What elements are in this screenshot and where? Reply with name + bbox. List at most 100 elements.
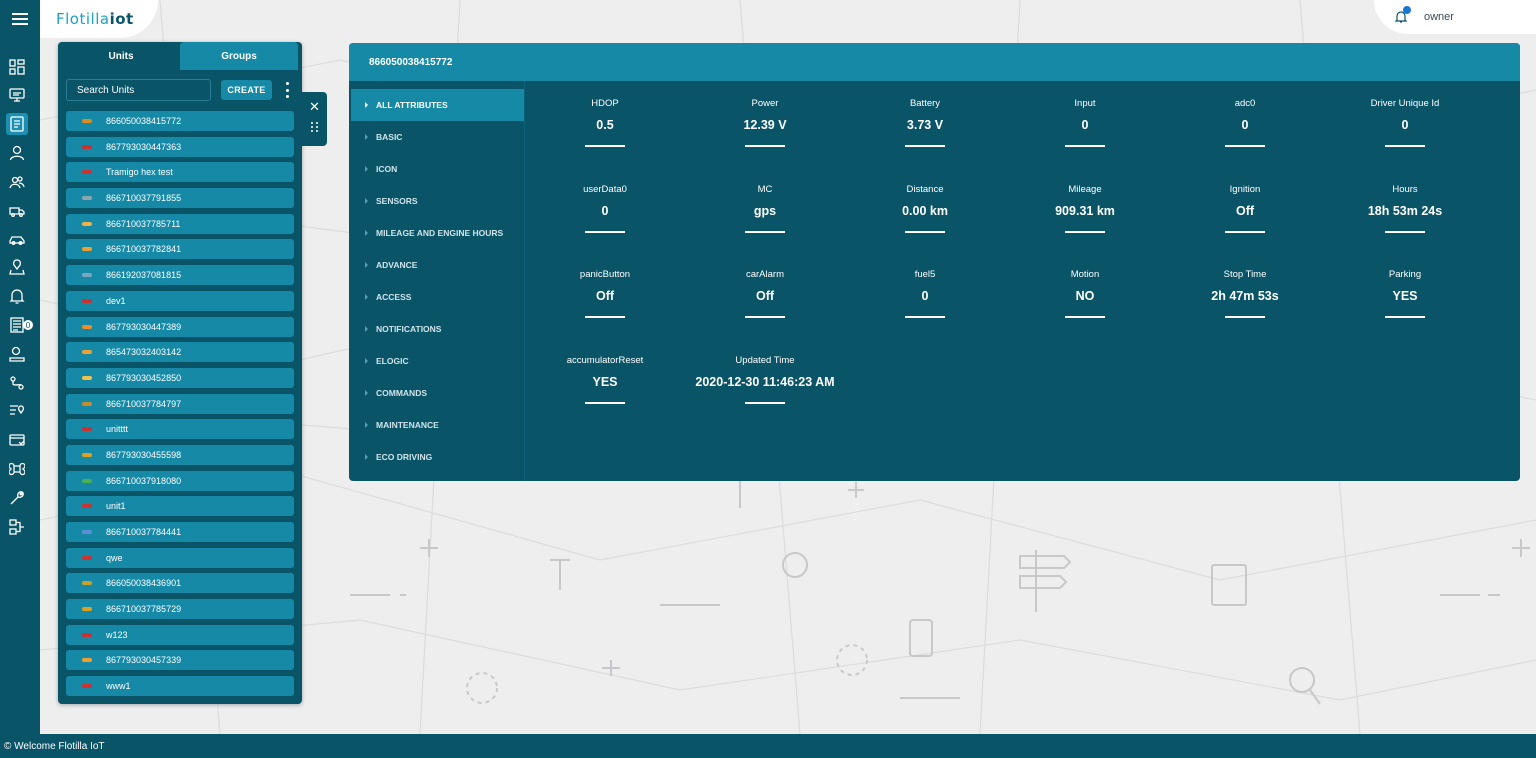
menu-item-basic[interactable]: BASIC xyxy=(351,121,524,153)
unit-list-item[interactable]: unit1 xyxy=(66,496,294,517)
unit-list-item[interactable]: 867793030447363 xyxy=(66,136,294,157)
wrench-icon[interactable] xyxy=(6,487,28,509)
route-icon[interactable] xyxy=(6,372,28,394)
unit-list-item[interactable]: 867793030447389 xyxy=(66,316,294,337)
unit-list-item[interactable]: 866710037782841 xyxy=(66,239,294,260)
caret-right-icon xyxy=(365,390,368,396)
unit-list-item[interactable]: 866710037784797 xyxy=(66,393,294,414)
attribute-stop-time: Stop Time 2h 47m 53s xyxy=(1165,269,1325,318)
unit-list-item[interactable]: 866192037081815 xyxy=(66,265,294,286)
users-group-icon[interactable] xyxy=(6,171,28,193)
poi-icon[interactable] xyxy=(6,400,28,422)
panel-tools: ✕ xyxy=(302,92,327,146)
unit-list-item[interactable]: Tramigo hex test xyxy=(66,162,294,183)
top-bar: Flotillaiot owner xyxy=(0,0,1536,38)
more-options-icon[interactable] xyxy=(282,82,292,98)
units-panel: Units Groups CREATE 866050038415772 86779… xyxy=(58,42,302,704)
attribute-value: 2h 47m 53s xyxy=(1211,289,1279,303)
attribute-label: Stop Time xyxy=(1223,269,1267,280)
close-panel-icon[interactable]: ✕ xyxy=(309,100,320,114)
dashboard-icon[interactable] xyxy=(6,56,28,78)
user-icon[interactable] xyxy=(6,142,28,164)
menu-item-commands[interactable]: COMMANDS xyxy=(351,377,524,409)
menu-item-all-attributes[interactable]: ALL ATTRIBUTES xyxy=(351,89,524,121)
attribute-value: 12.39 V xyxy=(743,118,787,132)
footer: © Welcome Flotilla IoT xyxy=(0,734,1536,758)
attribute-value: 0 xyxy=(1241,118,1249,132)
logo-text: Flotillaiot xyxy=(56,10,134,28)
menu-item-icon[interactable]: ICON xyxy=(351,153,524,185)
create-unit-button[interactable]: CREATE xyxy=(221,80,272,100)
menu-item-sensors[interactable]: SENSORS xyxy=(351,185,524,217)
units-list-icon[interactable] xyxy=(6,113,28,135)
vehicle-icon xyxy=(80,245,94,253)
menu-toggle-button[interactable] xyxy=(0,0,40,38)
unit-list-item[interactable]: 866710037791855 xyxy=(66,188,294,209)
unit-list-item[interactable]: 865473032403142 xyxy=(66,342,294,363)
attribute-label: panicButton xyxy=(579,269,631,280)
attribute-label: MC xyxy=(757,183,773,195)
attribute-label: Ignition xyxy=(1229,183,1261,195)
unit-list-item[interactable]: 866050038415772 xyxy=(66,111,294,131)
workflow-icon[interactable] xyxy=(6,516,28,538)
attribute-value: 0 xyxy=(921,289,929,303)
unit-list-item[interactable]: qwe xyxy=(66,547,294,568)
attribute-label: Input xyxy=(1074,98,1096,109)
notification-bell-icon[interactable] xyxy=(1394,6,1411,24)
unit-list-item[interactable]: 867793030452850 xyxy=(66,367,294,388)
truck-icon[interactable] xyxy=(6,200,28,222)
unit-list-item[interactable]: 866710037918080 xyxy=(66,470,294,491)
search-units-input[interactable] xyxy=(66,79,211,101)
vehicle-icon xyxy=(80,656,94,664)
attribute-battery: Battery 3.73 V xyxy=(845,98,1005,147)
unit-list-item[interactable]: 867793030455598 xyxy=(66,444,294,465)
unit-list-item[interactable]: 866710037784441 xyxy=(66,522,294,542)
user-menu[interactable]: owner xyxy=(1374,0,1536,34)
menu-item-label: NOTIFICATIONS xyxy=(376,324,442,334)
report-icon[interactable] xyxy=(6,314,28,336)
tab-groups[interactable]: Groups xyxy=(180,42,298,70)
geofence-icon[interactable] xyxy=(6,256,28,278)
unit-list-item[interactable]: 866710037785711 xyxy=(66,213,294,234)
command-icon[interactable] xyxy=(6,458,28,480)
drag-handle-icon[interactable] xyxy=(310,122,319,132)
caret-right-icon xyxy=(365,134,368,140)
menu-item-eco-driving[interactable]: ECO DRIVING xyxy=(351,441,524,473)
attribute-ignition: Ignition Off xyxy=(1165,184,1325,233)
attribute-divider xyxy=(585,230,625,233)
unit-list-item[interactable]: dev1 xyxy=(66,290,294,311)
attribute-motion: Motion NO xyxy=(1005,269,1165,318)
driver-icon[interactable] xyxy=(6,343,28,365)
car-icon[interactable] xyxy=(6,228,28,250)
unit-list-item[interactable]: www1 xyxy=(66,676,294,697)
unit-list-item[interactable]: w123 xyxy=(66,624,294,645)
menu-item-access[interactable]: ACCESS xyxy=(351,281,524,313)
menu-item-label: ALL ATTRIBUTES xyxy=(376,100,448,110)
unit-list-item[interactable]: 866710037785729 xyxy=(66,599,294,620)
unit-detail-card: 866050038415772 ALL ATTRIBUTES BASIC ICON S… xyxy=(349,43,1520,481)
unit-name: 867793030447363 xyxy=(106,141,182,152)
menu-item-label: COMMANDS xyxy=(376,388,427,398)
monitor-icon[interactable] xyxy=(6,84,28,106)
caret-right-icon xyxy=(365,358,368,364)
attribute-label: Distance xyxy=(906,183,944,195)
tab-units[interactable]: Units xyxy=(62,42,180,70)
menu-item-mileage-and-engine-hours[interactable]: MILEAGE AND ENGINE HOURS xyxy=(351,217,524,249)
vehicle-icon xyxy=(80,117,94,125)
menu-item-elogic[interactable]: ELOGIC xyxy=(351,345,524,377)
attribute-value: 0.5 xyxy=(596,118,614,132)
menu-item-maintenance[interactable]: MAINTENANCE xyxy=(351,409,524,441)
caret-right-icon xyxy=(365,422,368,428)
unit-name: 866710037791855 xyxy=(106,193,182,204)
menu-item-advance[interactable]: ADVANCE xyxy=(351,249,524,281)
unit-list-item[interactable]: unitttt xyxy=(66,419,294,440)
vehicle-icon xyxy=(80,348,94,356)
logo[interactable]: Flotillaiot xyxy=(40,0,158,38)
unit-list-item[interactable]: 867793030457339 xyxy=(66,650,294,671)
alarm-icon[interactable] xyxy=(6,285,28,307)
caret-right-icon xyxy=(365,230,368,236)
menu-item-label: ICON xyxy=(376,164,398,174)
unit-list-item[interactable]: 866050038436901 xyxy=(66,573,294,594)
billing-icon[interactable] xyxy=(6,429,28,451)
menu-item-notifications[interactable]: NOTIFICATIONS xyxy=(351,313,524,345)
